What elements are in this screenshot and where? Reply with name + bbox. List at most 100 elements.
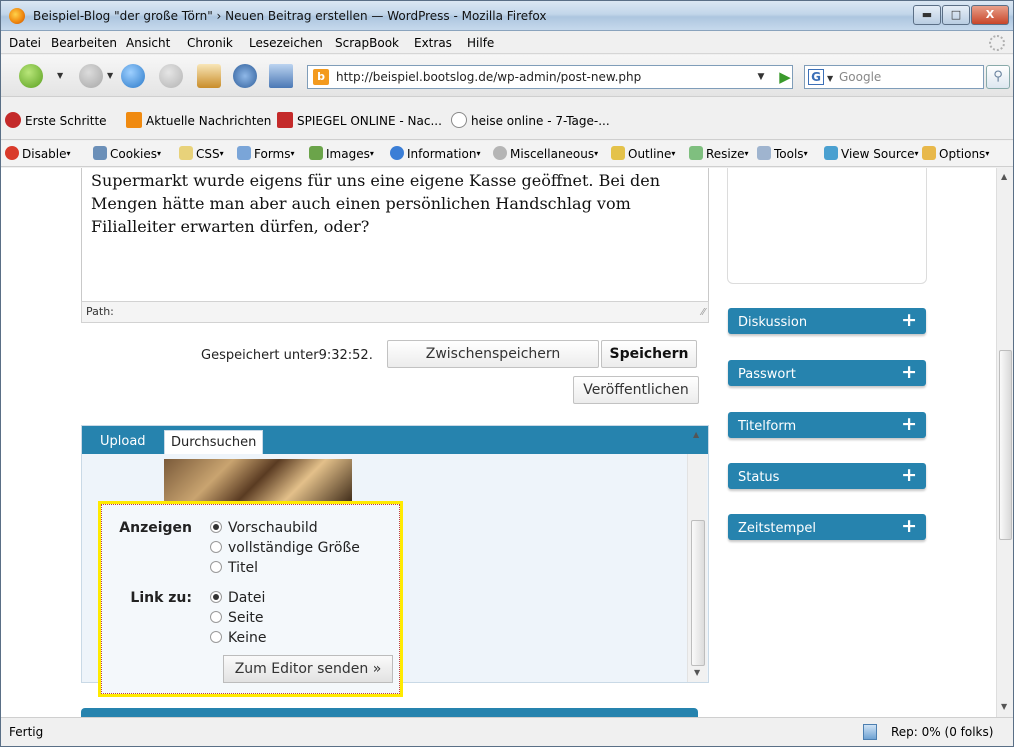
dev-resize-menu[interactable]: Resize▾ <box>689 146 748 161</box>
window-title: Beispiel-Blog "der große Törn" › Neuen B… <box>33 9 547 23</box>
bookmark-spiegel-online[interactable]: SPIEGEL ONLINE - Nac... <box>277 112 442 128</box>
dev-miscellaneous-menu[interactable]: Miscellaneous▾ <box>493 146 598 161</box>
bookmark-label: SPIEGEL ONLINE - Nac... <box>297 114 442 128</box>
media-scrollbar[interactable]: ▲ ▼ <box>687 430 707 682</box>
page-scrollbar[interactable]: ▲ ▼ <box>996 168 1013 717</box>
css-icon <box>179 146 193 160</box>
dev-disable-menu[interactable]: Disable▾ <box>5 146 71 161</box>
publish-button[interactable]: Veröffentlichen <box>573 376 699 404</box>
scroll-down-icon[interactable]: ▼ <box>694 668 700 677</box>
search-engine-icon[interactable]: G <box>808 69 824 85</box>
editor-text[interactable]: Supermarkt wurde eigens für uns eine eig… <box>91 169 701 238</box>
sidebar-panel-diskussion[interactable]: Diskussion + <box>728 308 926 334</box>
bookmark-erste-schritte[interactable]: Erste Schritte <box>5 112 107 128</box>
menu-chronik[interactable]: Chronik <box>187 36 233 50</box>
dev-label: Disable <box>22 147 67 161</box>
url-bar[interactable]: b http://beispiel.bootslog.de/wp-admin/p… <box>307 65 793 89</box>
dev-outline-menu[interactable]: Outline▾ <box>611 146 675 161</box>
scrollbar-thumb[interactable] <box>691 520 705 666</box>
save-button[interactable]: Speichern <box>601 340 697 368</box>
sidebar-panel-passwort[interactable]: Passwort + <box>728 360 926 386</box>
expand-plus-icon[interactable]: + <box>901 361 917 383</box>
radio-datei[interactable]: Datei <box>210 590 265 606</box>
menu-hilfe[interactable]: Hilfe <box>467 36 494 50</box>
search-bar[interactable]: G ▼ Google <box>804 65 984 89</box>
radio-vorschaubild[interactable]: Vorschaubild <box>210 520 318 536</box>
scroll-up-icon[interactable]: ▲ <box>1001 172 1007 181</box>
dev-view-source-menu[interactable]: View Source▾ <box>824 146 919 161</box>
go-arrow-icon[interactable]: ▶ <box>773 65 797 89</box>
dev-options-menu[interactable]: Options▾ <box>922 146 989 161</box>
post-editor[interactable]: Supermarkt wurde eigens für uns eine eig… <box>81 168 709 322</box>
dev-css-menu[interactable]: CSS▾ <box>179 146 224 161</box>
sidebar-panel-titelform[interactable]: Titelform + <box>728 412 926 438</box>
save-draft-button[interactable]: Zwischenspeichern <box>387 340 599 368</box>
radio-checked-icon[interactable] <box>210 591 222 603</box>
scroll-down-icon[interactable]: ▼ <box>1001 702 1007 711</box>
radio-icon[interactable] <box>210 631 222 643</box>
menu-lesezeichen[interactable]: Lesezeichen <box>249 36 323 50</box>
dev-label: Images <box>326 147 370 161</box>
dev-label: Forms <box>254 147 291 161</box>
bookmark-aktuelle-nachrichten[interactable]: Aktuelle Nachrichten <box>126 112 271 128</box>
dev-label: Resize <box>706 147 745 161</box>
firefox-icon <box>9 8 25 24</box>
home-icon[interactable] <box>197 64 221 88</box>
sidebar-panel-status[interactable]: Status + <box>728 463 926 489</box>
search-input[interactable]: Google <box>839 70 881 84</box>
dev-cookies-menu[interactable]: Cookies▾ <box>93 146 161 161</box>
sidebar-panel-zeitstempel[interactable]: Zeitstempel + <box>728 514 926 540</box>
back-history-caret[interactable]: ▼ <box>57 71 63 80</box>
menu-scrapbook[interactable]: ScrapBook <box>335 36 399 50</box>
back-icon[interactable] <box>19 64 43 88</box>
search-icon[interactable]: ⚲ <box>986 65 1010 89</box>
page-info-icon[interactable] <box>863 724 877 740</box>
radio-titel[interactable]: Titel <box>210 560 258 576</box>
expand-plus-icon[interactable]: + <box>901 309 917 331</box>
dev-information-menu[interactable]: Information▾ <box>390 146 480 161</box>
menu-extras[interactable]: Extras <box>414 36 452 50</box>
image-options-highlight: Anzeigen Vorschaubild vollständige Größe… <box>98 501 403 697</box>
scroll-up-icon[interactable]: ▲ <box>693 430 699 439</box>
dev-forms-menu[interactable]: Forms▾ <box>237 146 295 161</box>
maximize-button[interactable]: □ <box>942 5 970 25</box>
radio-seite[interactable]: Seite <box>210 610 264 626</box>
radio-keine[interactable]: Keine <box>210 630 266 646</box>
screen-capture-icon[interactable] <box>269 64 293 88</box>
expand-plus-icon[interactable]: + <box>901 515 917 537</box>
forward-history-caret[interactable]: ▼ <box>107 71 113 80</box>
send-to-editor-button[interactable]: Zum Editor senden » <box>223 655 393 683</box>
url-history-dropdown[interactable]: ▼ <box>753 65 769 89</box>
menu-datei[interactable]: Datei <box>9 36 41 50</box>
images-icon <box>309 146 323 160</box>
stop-icon[interactable] <box>159 64 183 88</box>
media-thumbnail[interactable] <box>164 459 352 503</box>
radio-icon[interactable] <box>210 561 222 573</box>
status-bar: Fertig Rep: 0% (0 folks) <box>1 717 1013 746</box>
radio-icon[interactable] <box>210 611 222 623</box>
resize-grip-icon[interactable]: ⁄⁄ <box>702 307 705 318</box>
radio-checked-icon[interactable] <box>210 521 222 533</box>
tab-upload[interactable]: Upload <box>100 434 146 449</box>
url-text[interactable]: http://beispiel.bootslog.de/wp-admin/pos… <box>336 70 641 84</box>
expand-plus-icon[interactable]: + <box>901 464 917 486</box>
bookmark-heise-online[interactable]: heise online - 7-Tage-... <box>451 112 610 128</box>
menu-bearbeiten[interactable]: Bearbeiten <box>51 36 117 50</box>
scrollbar-thumb[interactable] <box>999 350 1012 540</box>
forward-icon[interactable] <box>79 64 103 88</box>
search-engine-caret[interactable]: ▼ <box>827 74 833 83</box>
expand-plus-icon[interactable]: + <box>901 413 917 435</box>
menu-ansicht[interactable]: Ansicht <box>126 36 170 50</box>
gear-icon[interactable] <box>233 64 257 88</box>
dev-tools-menu[interactable]: Tools▾ <box>757 146 808 161</box>
close-button[interactable]: X <box>971 5 1009 25</box>
radio-vollstaendige-groesse[interactable]: vollständige Größe <box>210 540 360 556</box>
path-label: Path: <box>86 305 114 318</box>
tab-durchsuchen[interactable]: Durchsuchen <box>164 430 264 454</box>
dev-images-menu[interactable]: Images▾ <box>309 146 374 161</box>
reload-icon[interactable] <box>121 64 145 88</box>
disable-icon <box>5 146 19 160</box>
minimize-button[interactable]: ▬ <box>913 5 941 25</box>
radio-icon[interactable] <box>210 541 222 553</box>
dev-label: Information <box>407 147 477 161</box>
